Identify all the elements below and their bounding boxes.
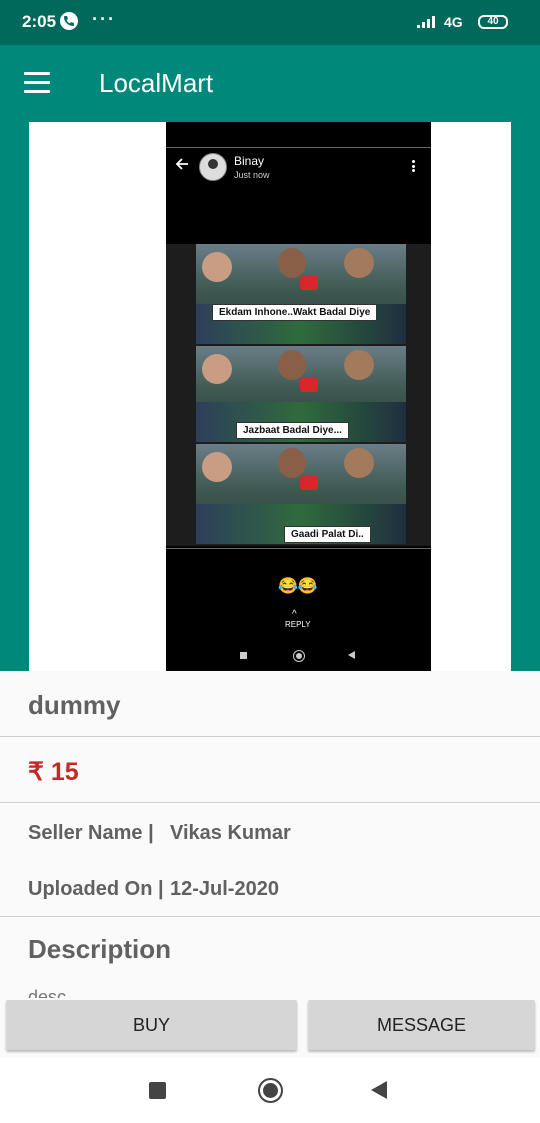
- product-image-area: Binay Just now Ekdam Inhone..Wakt Badal …: [0, 122, 540, 671]
- product-image[interactable]: Binay Just now Ekdam Inhone..Wakt Badal …: [166, 122, 431, 671]
- product-image-card: Binay Just now Ekdam Inhone..Wakt Badal …: [29, 122, 511, 671]
- divider: [166, 548, 431, 549]
- home-icon[interactable]: [258, 1078, 283, 1103]
- recents-icon[interactable]: [149, 1082, 166, 1099]
- meme-panel: Ekdam Inhone..Wakt Badal Diye: [196, 244, 406, 344]
- message-button[interactable]: MESSAGE: [308, 1000, 535, 1050]
- app-title: LocalMart: [99, 68, 214, 98]
- buy-button[interactable]: BUY: [6, 1000, 297, 1050]
- chevron-up-icon: ^: [292, 609, 297, 620]
- hamburger-menu-icon[interactable]: [24, 72, 52, 94]
- app-bar: LocalMart: [0, 45, 540, 122]
- product-name: dummy: [28, 690, 121, 720]
- system-nav-bar: [0, 1058, 540, 1123]
- seller-name-label: Seller Name |: [28, 822, 154, 844]
- divider: [0, 916, 540, 917]
- network-type: 4G: [444, 14, 463, 30]
- meme-panel: Gaadi Palat Di..: [196, 444, 406, 544]
- back-icon: [348, 651, 355, 659]
- back-icon[interactable]: [371, 1081, 387, 1099]
- emoji-reaction: 😂😂: [278, 578, 318, 595]
- more-vert-icon: [412, 160, 415, 172]
- clock-time: 2:05: [22, 12, 57, 31]
- uploaded-date: 12-Jul-2020: [170, 878, 279, 900]
- description-text: desc: [28, 987, 67, 998]
- avatar: [199, 153, 227, 181]
- recents-icon: [240, 652, 247, 659]
- battery-icon: 40: [478, 15, 508, 29]
- meme-caption: Jazbaat Badal Diye...: [236, 422, 349, 439]
- more-notifications-icon: ···: [92, 9, 116, 29]
- back-arrow-icon: [174, 156, 190, 172]
- description-title: Description: [28, 934, 172, 964]
- signal-icon: [416, 15, 438, 29]
- home-icon: [293, 650, 305, 662]
- seller-name: Vikas Kumar: [170, 822, 291, 844]
- meme-image: Ekdam Inhone..Wakt Badal Diye Jazbaat Ba…: [166, 244, 431, 546]
- divider: [0, 736, 540, 737]
- divider: [166, 147, 431, 148]
- uploaded-on-label: Uploaded On |: [28, 878, 164, 900]
- call-icon: [60, 12, 78, 30]
- meme-panel: Jazbaat Badal Diye...: [196, 346, 406, 442]
- reply-label: REPLY: [285, 620, 311, 629]
- divider: [0, 802, 540, 803]
- product-price: ₹ 15: [28, 758, 79, 786]
- chat-contact-name: Binay: [234, 154, 265, 168]
- meme-caption: Gaadi Palat Di..: [284, 526, 371, 543]
- chat-timestamp: Just now: [234, 170, 270, 180]
- meme-caption: Ekdam Inhone..Wakt Badal Diye: [212, 304, 378, 321]
- status-bar: 2:05 ··· 4G 40: [0, 0, 540, 45]
